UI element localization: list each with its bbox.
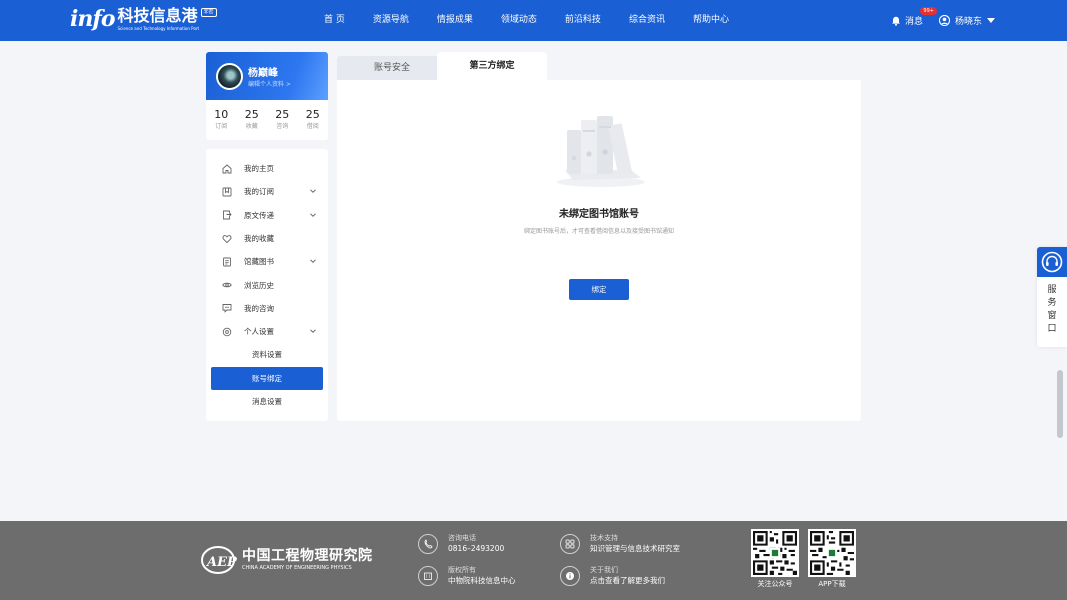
chevron-down-icon xyxy=(310,213,316,217)
chevron-down-icon xyxy=(310,259,316,264)
empty-state-description: 绑定图书账号后，才可查看借阅信息以及接受图书馆通知 xyxy=(523,228,674,235)
svg-text:AEP: AEP xyxy=(205,555,238,570)
sidebar-item-favorites[interactable]: 我的收藏 xyxy=(206,227,328,250)
nav-home[interactable]: 首 页 xyxy=(324,0,345,41)
nav-intelligence[interactable]: 情报成果 xyxy=(437,0,473,41)
wechat-qr-label: 关注公众号 xyxy=(757,580,793,588)
phone-icon xyxy=(424,539,433,549)
bookmark-icon xyxy=(222,187,232,197)
sidebar-item-consultations[interactable]: 我的咨询 xyxy=(206,297,328,320)
logo-subtitle: Science and Technology Information Port xyxy=(117,26,200,31)
footer-org-logo: AEP 中国工程物理研究院 CHINA ACADEMY OF ENGINEERI… xyxy=(200,545,373,575)
logo-badge: 非密 xyxy=(200,8,217,17)
tab-account-security[interactable]: 账号安全 xyxy=(337,56,447,80)
sidebar-subitem-account-binding[interactable]: 账号绑定 xyxy=(211,366,323,390)
tab-third-party-binding[interactable]: 第三方绑定 xyxy=(437,52,547,80)
messages-button[interactable]: 消息 99+ xyxy=(891,7,937,27)
footer-org-name-en: CHINA ACADEMY OF ENGINEERING PHYSICS xyxy=(242,565,352,571)
user-menu[interactable]: 杨晓东 xyxy=(938,14,995,27)
app-qr-label: APP下载 xyxy=(818,580,846,588)
caret-down-icon xyxy=(987,18,995,23)
caep-logo-icon: AEP xyxy=(201,546,238,574)
main-nav: 首 页 资源导航 情报成果 领域动态 前沿科技 综合资讯 帮助中心 xyxy=(324,0,757,41)
sidebar-item-settings[interactable]: 个人设置 xyxy=(206,320,328,343)
qr-code-icon xyxy=(810,531,854,575)
nav-domain-news[interactable]: 领域动态 xyxy=(501,0,537,41)
sidebar-item-subscriptions[interactable]: 我的订阅 xyxy=(206,180,328,203)
scrollbar-thumb[interactable] xyxy=(1057,370,1063,438)
home-icon xyxy=(222,164,232,174)
app-qr-code xyxy=(808,529,856,577)
sidebar-subitem-message-settings[interactable]: 消息设置 xyxy=(211,390,323,413)
eye-icon xyxy=(222,282,232,288)
messages-label: 消息 xyxy=(904,17,923,27)
building-icon xyxy=(424,572,432,580)
chevron-down-icon xyxy=(310,189,316,194)
stat-subscriptions[interactable]: 10 订阅 xyxy=(214,108,228,131)
wechat-qr-code xyxy=(751,529,799,577)
nav-frontier-tech[interactable]: 前沿科技 xyxy=(565,0,601,41)
footer-copyright: 版权所有 中物院科技信息中心 xyxy=(418,565,516,587)
binding-panel: 未绑定图书馆账号 绑定图书账号后，才可查看借阅信息以及接受图书馆通知 绑定 xyxy=(337,80,861,421)
avatar[interactable] xyxy=(216,63,243,90)
nav-general-news[interactable]: 综合资讯 xyxy=(629,0,665,41)
stat-favorites[interactable]: 25 收藏 xyxy=(245,108,259,131)
heart-icon xyxy=(222,234,232,243)
logo-title: 科技信息港 xyxy=(117,6,198,25)
footer-phone: 咨询电话 0816–2493200 xyxy=(418,533,504,555)
user-name: 杨晓东 xyxy=(954,17,982,27)
top-navigation-bar: info 科技信息港 非密 Science and Technology Inf… xyxy=(0,0,1067,41)
user-icon xyxy=(938,15,950,26)
messages-badge: 99+ xyxy=(920,7,937,15)
edit-profile-link[interactable]: 编辑个人资料 > xyxy=(248,79,291,88)
profile-name: 杨巅峰 xyxy=(248,68,278,79)
sidebar-subitem-profile-settings[interactable]: 资料设置 xyxy=(211,343,323,366)
chevron-down-icon xyxy=(310,329,316,334)
service-window-button[interactable]: 服 务 窗 口 xyxy=(1037,247,1067,347)
doc-transfer-icon xyxy=(223,210,232,220)
qr-code-icon xyxy=(753,531,797,575)
bell-icon xyxy=(891,16,900,26)
bind-button[interactable]: 绑定 xyxy=(569,279,629,300)
nav-help[interactable]: 帮助中心 xyxy=(693,0,729,41)
empty-books-illustration xyxy=(557,116,645,187)
nav-resources[interactable]: 资源导航 xyxy=(373,0,409,41)
sidebar-item-history[interactable]: 浏览历史 xyxy=(206,273,328,296)
settings-icon xyxy=(222,327,232,336)
footer-org-name: 中国工程物理研究院 xyxy=(242,548,373,564)
sidebar-item-document-delivery[interactable]: 原文传递 xyxy=(206,204,328,227)
footer-about-us[interactable]: 关于我们 点击查看了解更多我们 xyxy=(560,565,665,587)
sidebar-item-home[interactable]: 我的主页 xyxy=(206,157,328,180)
settings-tabs: 账号安全 第三方绑定 xyxy=(337,52,861,80)
empty-state-title: 未绑定图书馆账号 xyxy=(559,209,639,220)
site-logo[interactable]: info 科技信息港 非密 Science and Technology Inf… xyxy=(70,6,217,36)
grid-icon xyxy=(565,539,575,549)
headset-icon xyxy=(1041,251,1063,273)
stat-consultations[interactable]: 25 咨询 xyxy=(275,108,289,131)
sidebar-menu: 我的主页 我的订阅 原文传递 我的收藏 馆藏图书 浏览历史 我的咨询 个人设置 … xyxy=(206,149,328,421)
profile-card: 杨巅峰 编辑个人资料 > 10 订阅 25 收藏 25 咨询 25 借阅 xyxy=(206,52,328,140)
footer-tech-support: 技术支持 知识管理与信息技术研究室 xyxy=(560,533,680,555)
sidebar-item-library-books[interactable]: 馆藏图书 xyxy=(206,250,328,273)
book-icon xyxy=(223,257,231,267)
logo-mark: info xyxy=(70,6,115,32)
page-footer: AEP 中国工程物理研究院 CHINA ACADEMY OF ENGINEERI… xyxy=(0,521,1067,600)
chat-icon xyxy=(222,304,232,314)
profile-stats: 10 订阅 25 收藏 25 咨询 25 借阅 xyxy=(206,100,328,131)
stat-borrowing[interactable]: 25 借阅 xyxy=(306,108,320,131)
info-icon xyxy=(566,572,574,580)
